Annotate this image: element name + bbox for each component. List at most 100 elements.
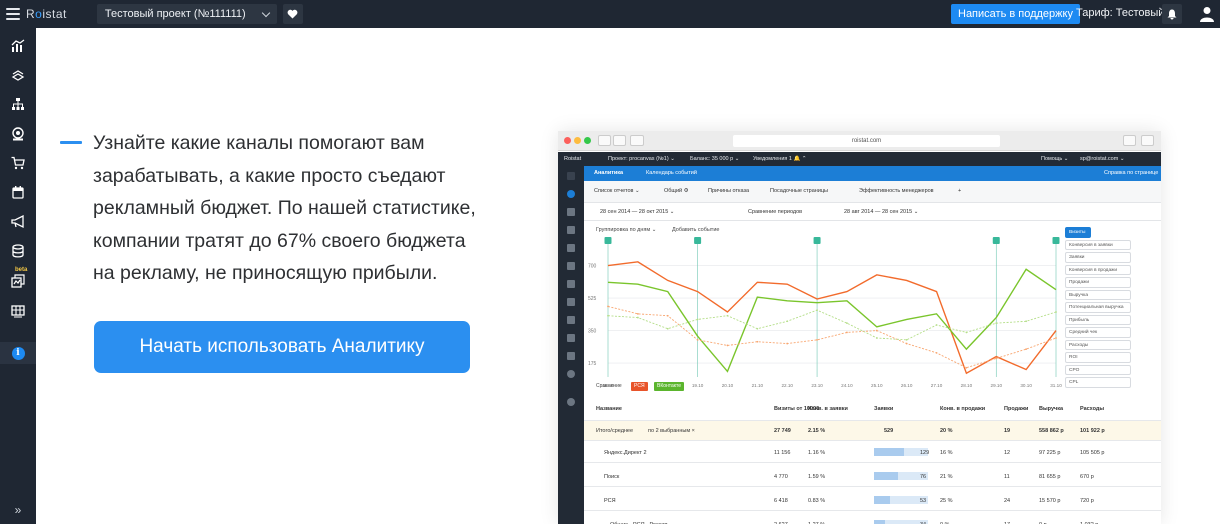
series-point: [696, 318, 699, 321]
sidebar-item-analytics[interactable]: [0, 35, 36, 57]
series-point: [905, 338, 908, 341]
series-point: [846, 331, 848, 334]
rail-sort-icon: [567, 208, 575, 216]
row-cell: 24: [1004, 498, 1011, 504]
sidebar-item-calendar[interactable]: [0, 181, 36, 203]
subtab-add: +: [958, 188, 962, 194]
cart-icon: [11, 156, 25, 170]
rail-pie-icon: [567, 190, 575, 198]
rail-gear-icon: [567, 370, 575, 378]
rail-users-icon: [567, 298, 575, 306]
total-cell: 19: [1004, 428, 1011, 434]
total-cell: 558 862 р: [1039, 428, 1064, 434]
menu-icon[interactable]: [6, 8, 20, 20]
series-point: [875, 337, 878, 339]
sidebar-item-target[interactable]: [0, 123, 36, 145]
app-tabs: Аналитика Календарь событий Справка по с…: [584, 166, 1161, 181]
grouping-select: Группировка по дням ⌄: [596, 227, 657, 233]
series-line: [607, 261, 1057, 375]
series-point: [1055, 311, 1057, 313]
requests-bar-fill: [874, 520, 885, 524]
sidebar-item-leads[interactable]: [0, 64, 36, 86]
rail-phone-icon: [567, 280, 575, 288]
x-tick-label: 25.10: [871, 383, 883, 388]
row-cell: 11 156: [774, 450, 791, 456]
maximize-dot: [584, 137, 591, 144]
total-cell: 27 749: [774, 428, 791, 434]
series-point: [995, 357, 998, 360]
megaphone-icon: [11, 215, 24, 229]
sidebar-item-campaigns[interactable]: [0, 211, 36, 233]
event-marker: [694, 237, 702, 244]
requests-bar-fill: [874, 448, 904, 456]
sidebar-item-table[interactable]: [0, 300, 36, 322]
sidebar-item-info[interactable]: i: [0, 342, 36, 364]
compare-tag-rsya: PCЯ: [631, 382, 648, 391]
share-icon: [1123, 135, 1136, 146]
table-header: Название Визиты от 10000 Конв. в заявки Зая…: [584, 399, 1161, 421]
rail-filter-icon: [567, 316, 575, 324]
favorite-button[interactable]: [282, 4, 303, 24]
total-cell: 2.15 %: [808, 428, 826, 434]
calendar-icon: [12, 186, 24, 199]
accent-dash: [60, 141, 82, 144]
app-notifications: Уведомления 1 🔔 ⌃: [753, 156, 807, 162]
metric-item: Конверсия в заявки: [1065, 239, 1131, 250]
sidebar-item-cart[interactable]: [0, 152, 36, 174]
compare-periods-label: Сравнение периодов: [748, 209, 803, 215]
row-cell: 720 р: [1080, 498, 1094, 504]
column-header: Конв. в продажи: [940, 406, 986, 412]
series-point: [696, 338, 699, 341]
rail-move-icon: [567, 226, 575, 234]
support-button[interactable]: Написать в поддержку: [951, 4, 1080, 24]
project-select[interactable]: Тестовый проект (№111111): [96, 4, 277, 24]
series-point: [756, 327, 759, 330]
metric-item: CPO: [1065, 364, 1131, 375]
series-point: [607, 305, 609, 308]
series-point: [786, 320, 789, 323]
series-point: [1025, 348, 1028, 351]
series-point: [756, 340, 759, 343]
y-tick-label: 525: [588, 296, 597, 302]
leads-icon: [11, 70, 25, 81]
row-cell: 129: [920, 450, 930, 456]
series-line: [607, 305, 1057, 369]
notifications-button[interactable]: [1162, 4, 1182, 24]
column-header: Заявки: [874, 406, 894, 412]
row-cell: 11: [1004, 474, 1010, 480]
bell-icon: [1167, 9, 1177, 19]
table-icon: [11, 305, 25, 318]
start-analytics-button[interactable]: Начать использовать Аналитику: [94, 321, 470, 373]
collapse-sidebar-button[interactable]: »: [0, 502, 36, 518]
metric-item: Выручка: [1065, 289, 1131, 300]
column-header: Конв. в заявки: [808, 406, 848, 412]
row-cell: 0.83 %: [808, 498, 826, 504]
report-tabs: Список отчетов ⌄ Общий ⚙ Причины отказа …: [584, 181, 1161, 203]
sidebar-item-finance[interactable]: [0, 240, 36, 262]
requests-bar-fill: [874, 496, 891, 504]
sidebar-item-structure[interactable]: [0, 93, 36, 115]
sidebar-toggle-icon: [630, 135, 644, 146]
event-marker: [813, 237, 821, 244]
project-name: Тестовый проект (№111111): [104, 8, 246, 20]
promo-description: Узнайте какие каналы помогают вам зараба…: [93, 132, 476, 284]
app-logo: Roistat: [564, 156, 582, 162]
subtab-general: Общий ⚙: [664, 188, 689, 194]
event-marker: [1052, 237, 1060, 244]
app-sidebar: [558, 166, 584, 524]
row-cell: 21 %: [940, 474, 953, 480]
series-point: [726, 314, 729, 317]
tariff-label[interactable]: Тариф: Тестовый: [1076, 7, 1164, 19]
user-icon[interactable]: [1200, 6, 1214, 22]
row-cell: 1.59 %: [808, 474, 826, 480]
metric-item: Средний чек: [1065, 327, 1131, 338]
sidebar-item-reports[interactable]: beta: [0, 267, 36, 292]
series-line: [607, 268, 1057, 373]
metric-item: Конверсия в продажи: [1065, 264, 1131, 275]
x-tick-label: 20.10: [722, 383, 734, 388]
app-balance: Баланс: 35 000 р ⌄: [690, 156, 740, 162]
analytics-table: Название Визиты от 10000 Конв. в заявки Зая…: [584, 399, 1161, 524]
series-point: [636, 312, 639, 315]
target-icon: [12, 127, 24, 141]
logo[interactable]: Roistat: [26, 7, 67, 21]
